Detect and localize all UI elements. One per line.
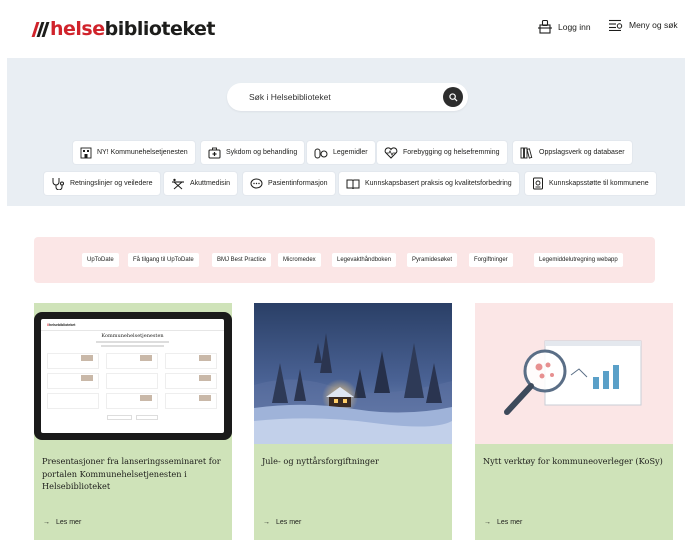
- card-image: [254, 303, 452, 444]
- read-more-link[interactable]: → Les mer: [484, 519, 522, 526]
- menu-icon: [609, 19, 623, 31]
- chat-icon: [250, 178, 263, 188]
- read-more-label: Les mer: [497, 519, 523, 526]
- tablet-mockup-image: //helsebiblioteket Kommunehelsetjenesten: [34, 312, 232, 440]
- site-header: helsebiblioteket Logg inn Meny og søk: [0, 0, 692, 58]
- heartbeat-icon: [384, 146, 398, 159]
- book-open-icon: [346, 179, 360, 189]
- card-title: Jule- og nyttårsforgiftninger: [262, 456, 379, 466]
- quick-link-pyramidesoket[interactable]: Pyramidesøket: [407, 253, 458, 267]
- quick-link-legemiddelutregning[interactable]: Legemiddelutregning webapp: [534, 253, 623, 267]
- tablet-screen: //helsebiblioteket Kommunehelsetjenesten: [41, 319, 224, 433]
- news-card-poisoning[interactable]: Jule- og nyttårsforgiftninger → Les mer: [254, 303, 452, 540]
- login-icon: [538, 19, 552, 34]
- topic-label: Kunnskapsbasert praksis og kvalitetsforb…: [365, 180, 512, 187]
- search-button[interactable]: [443, 87, 463, 107]
- topic-kunnskapsstotte[interactable]: Kunnskapsstøtte til kommunene: [525, 172, 656, 195]
- search-placeholder: Søk i Helsebiblioteket: [249, 92, 331, 102]
- site-logo[interactable]: helsebiblioteket: [31, 16, 215, 42]
- topic-label: Akuttmedisin: [190, 180, 231, 187]
- topic-label: Legemidler: [333, 149, 368, 156]
- arrow-right-icon: →: [43, 519, 50, 526]
- building-icon: [80, 147, 92, 158]
- topic-sykdom-og-behandling[interactable]: Sykdom og behandling: [201, 141, 305, 164]
- search-icon: [448, 92, 458, 102]
- topic-label: Pasientinformasjon: [268, 180, 328, 187]
- topic-label: Sykdom og behandling: [226, 149, 298, 156]
- document-icon: [533, 177, 543, 190]
- logo-text-dark: biblioteket: [104, 18, 216, 40]
- topic-pasientinformasjon[interactable]: Pasientinformasjon: [243, 172, 335, 195]
- card-title: Presentasjoner fra lanseringsseminaret f…: [42, 456, 221, 491]
- card-title: Nytt verktøy for kommuneoverleger (KoSy): [483, 456, 663, 466]
- card-image: //helsebiblioteket Kommunehelsetjenesten: [34, 303, 232, 444]
- read-more-link[interactable]: → Les mer: [43, 519, 81, 526]
- topic-label: Retningslinjer og veiledere: [70, 180, 153, 187]
- arrow-right-icon: →: [484, 519, 491, 526]
- topic-label: Oppslagsverk og databaser: [539, 149, 625, 156]
- pills-icon: [314, 148, 328, 158]
- quick-link-forgiftninger[interactable]: Forgiftninger: [469, 253, 513, 267]
- read-more-label: Les mer: [276, 519, 302, 526]
- topic-retningslinjer[interactable]: Retningslinjer og veiledere: [44, 172, 160, 195]
- logo-text-red: helse: [50, 18, 105, 40]
- menu-label: Meny og søk: [629, 20, 678, 30]
- arrow-right-icon: →: [263, 519, 270, 526]
- quick-link-micromedex[interactable]: Micromedex: [278, 253, 321, 267]
- magnifier-chart-illustration: [504, 340, 642, 415]
- books-icon: [520, 147, 533, 159]
- topic-label: NY! Kommunehelsetjenesten: [97, 149, 188, 156]
- quick-link-uptodate-access[interactable]: Få tilgang til UpToDate: [128, 253, 199, 267]
- topic-oppslagsverk[interactable]: Oppslagsverk og databaser: [513, 141, 632, 164]
- topic-label: Kunnskapsstøtte til kommunene: [549, 180, 649, 187]
- quick-link-bmj[interactable]: BMJ Best Practice: [212, 253, 272, 267]
- login-label: Logg inn: [558, 21, 591, 32]
- quick-link-legevakthandboken[interactable]: Legevakthåndboken: [332, 253, 397, 267]
- card-image: [475, 303, 673, 444]
- read-more-label: Les mer: [56, 519, 82, 526]
- topic-label: Forebygging og helsefremming: [403, 149, 500, 156]
- login-button[interactable]: Logg inn: [538, 19, 591, 34]
- search-input[interactable]: Søk i Helsebiblioteket: [227, 83, 468, 111]
- tablet-heading: Kommunehelsetjenesten: [101, 333, 164, 339]
- quick-link-uptodate[interactable]: UpToDate: [82, 253, 119, 267]
- logo-text: helsebiblioteket: [50, 18, 215, 40]
- topic-forebygging[interactable]: Forebygging og helsefremming: [377, 141, 507, 164]
- quick-links-bar: UpToDate Få tilgang til UpToDate BMJ Bes…: [34, 237, 655, 283]
- topic-akuttmedisin[interactable]: Akuttmedisin: [164, 172, 238, 195]
- stretcher-icon: [172, 178, 184, 189]
- winter-cabin-image: [254, 303, 452, 444]
- medkit-icon: [208, 147, 221, 158]
- topic-legemidler[interactable]: Legemidler: [307, 141, 375, 164]
- stethoscope-icon: [52, 178, 64, 190]
- topic-kunnskapsbasert-praksis[interactable]: Kunnskapsbasert praksis og kvalitetsforb…: [339, 172, 519, 195]
- news-card-kosy[interactable]: Nytt verktøy for kommuneoverleger (KoSy)…: [475, 303, 673, 540]
- news-card-seminar[interactable]: //helsebiblioteket Kommunehelsetjenesten: [34, 303, 232, 540]
- logo-mark-icon: [31, 21, 50, 37]
- menu-search-button[interactable]: Meny og søk: [609, 19, 678, 31]
- topic-kommunehelsetjenesten[interactable]: NY! Kommunehelsetjenesten: [73, 141, 195, 164]
- tablet-logo: helsebiblioteket: [48, 323, 76, 327]
- read-more-link[interactable]: → Les mer: [263, 519, 301, 526]
